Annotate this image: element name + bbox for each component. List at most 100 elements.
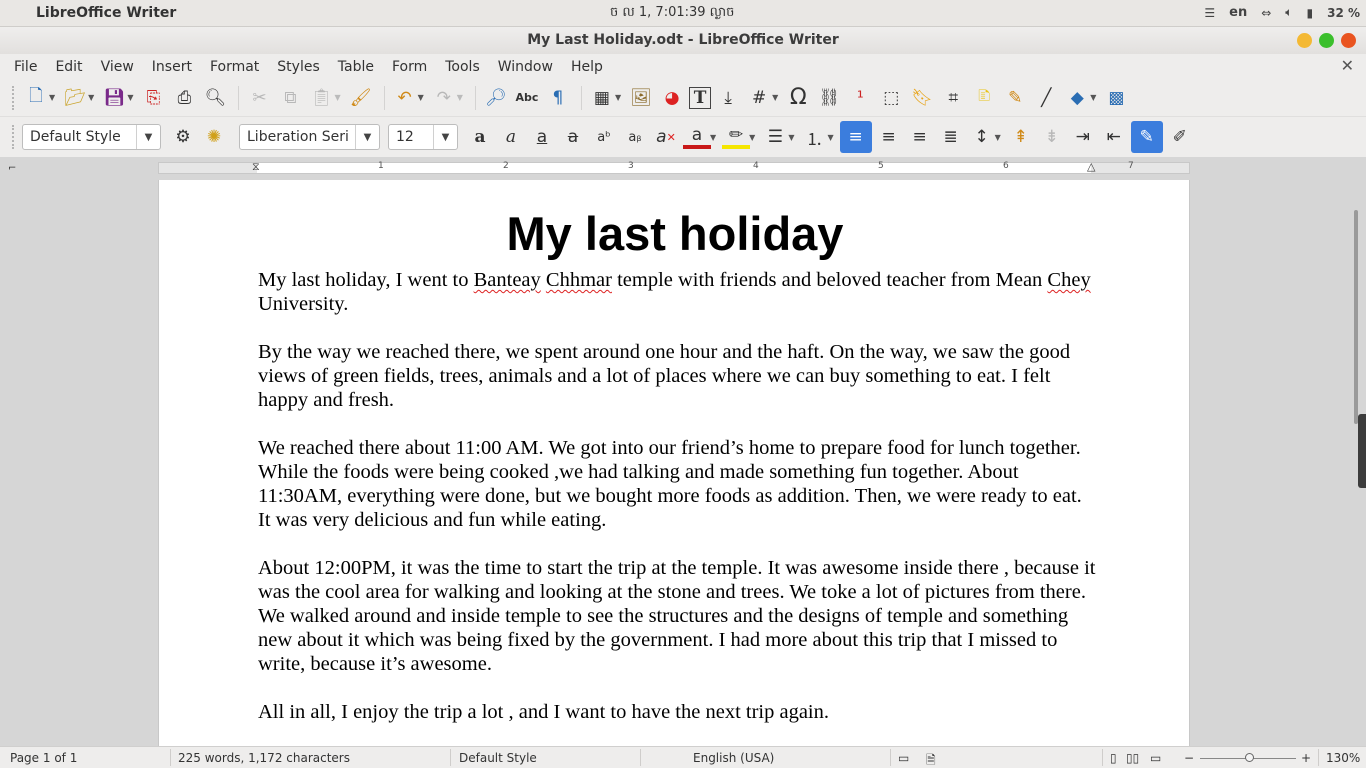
paste-icon[interactable]: 📋︎ xyxy=(307,84,335,112)
clone-formatting-icon[interactable]: 🖌︎ xyxy=(347,84,375,112)
insert-table-icon[interactable]: ▦ xyxy=(588,84,616,112)
align-center-icon[interactable]: ≡ xyxy=(875,123,903,151)
bulleted-list-icon[interactable]: ☰ xyxy=(761,123,789,151)
highlight-color-icon[interactable]: ✏ xyxy=(722,125,751,149)
decrease-paragraph-spacing-icon[interactable]: ⇟ xyxy=(1038,123,1066,151)
new-document-icon[interactable]: 🗋 xyxy=(22,84,50,112)
find-replace-icon[interactable]: 🔎︎ xyxy=(482,84,510,112)
insert-line-icon[interactable]: ╱ xyxy=(1032,84,1060,112)
bold-icon[interactable]: a xyxy=(466,123,494,151)
document-body[interactable]: My last holiday, I went to Banteay Chhma… xyxy=(258,268,1098,748)
insert-text-box-icon[interactable]: T xyxy=(689,86,712,109)
cut-icon[interactable]: ✂ xyxy=(245,84,273,112)
chevron-down-icon[interactable]: ▼ xyxy=(433,125,457,149)
formatting-marks-icon[interactable]: ¶ xyxy=(544,84,572,112)
superscript-icon[interactable]: aᵇ xyxy=(590,123,618,151)
font-size-value[interactable]: 12 xyxy=(389,129,433,145)
battery-percentage[interactable]: 32 % xyxy=(1327,6,1360,20)
chevron-down-icon[interactable]: ▼ xyxy=(355,125,379,149)
insert-cross-reference-icon[interactable]: ⌗ xyxy=(939,84,967,112)
tab-stop-type-icon[interactable]: ⌐ xyxy=(8,163,16,174)
network-icon[interactable]: ⇔ xyxy=(1261,6,1271,20)
document-modified-icon[interactable]: 🗎︎ xyxy=(926,751,936,768)
sidebar-toggle-icon[interactable]: ✎ xyxy=(1130,121,1163,153)
increase-indent-icon[interactable]: ⇥ xyxy=(1069,123,1097,151)
chevron-down-icon[interactable]: ▼ xyxy=(136,125,160,149)
align-right-icon[interactable]: ≡ xyxy=(906,123,934,151)
insert-field-icon[interactable]: # xyxy=(745,84,773,112)
clear-formatting-icon[interactable]: a ✕ xyxy=(652,123,680,151)
basic-shapes-icon[interactable]: ◆ xyxy=(1063,84,1091,112)
notes-icon[interactable]: ☰ xyxy=(1204,6,1215,20)
menu-help[interactable]: Help xyxy=(565,59,609,75)
menu-file[interactable]: File xyxy=(8,59,43,75)
keyboard-layout-indicator[interactable]: en xyxy=(1229,5,1247,20)
undo-icon[interactable]: ↶ xyxy=(391,84,419,112)
single-page-view-icon[interactable]: ▯ xyxy=(1110,751,1117,765)
active-app-name[interactable]: LibreOffice Writer xyxy=(36,5,176,21)
right-indent-marker-icon[interactable]: △ xyxy=(1087,160,1095,173)
menu-table[interactable]: Table xyxy=(332,59,380,75)
insert-mode-icon[interactable]: ▭ xyxy=(898,751,909,765)
close-document-icon[interactable]: ✕ xyxy=(1341,56,1354,75)
track-changes-icon[interactable]: ✎ xyxy=(1001,84,1029,112)
paragraph-style-combo[interactable]: Default Style ▼ xyxy=(22,124,161,150)
misspelled-word[interactable]: Chey xyxy=(1047,269,1090,291)
left-indent-marker-icon[interactable]: ⧖ xyxy=(252,160,260,174)
toolbar-grip[interactable] xyxy=(12,85,16,110)
zoom-in-icon[interactable]: + xyxy=(1301,751,1311,765)
numbered-list-icon[interactable]: ⒈ xyxy=(800,123,828,151)
italic-icon[interactable]: a xyxy=(497,123,525,151)
special-character-icon[interactable]: Ω xyxy=(784,84,812,112)
menu-tools[interactable]: Tools xyxy=(439,59,486,75)
spelling-icon[interactable]: Abc xyxy=(513,84,541,112)
scrollbar-thumb[interactable] xyxy=(1354,210,1358,424)
paragraph[interactable]: All in all, I enjoy the trip a lot , and… xyxy=(258,700,1098,724)
zoom-slider-handle[interactable] xyxy=(1245,753,1254,762)
menu-format[interactable]: Format xyxy=(204,59,265,75)
horizontal-ruler[interactable]: 1 2 3 4 5 6 7 ⧖ △ xyxy=(158,160,1190,174)
language-status[interactable]: English (USA) xyxy=(693,751,774,765)
insert-image-icon[interactable]: 🖼︎ xyxy=(627,84,655,112)
paragraph[interactable]: We reached there about 11:00 AM. We got … xyxy=(258,436,1098,532)
underline-icon[interactable]: a xyxy=(528,123,556,151)
insert-chart-icon[interactable]: ◕ xyxy=(658,84,686,112)
insert-footnote-icon[interactable]: ¹ xyxy=(846,84,874,112)
paragraph[interactable]: My last holiday, I went to Banteay Chhma… xyxy=(258,268,1098,316)
export-pdf-icon[interactable]: ⎘ xyxy=(139,84,167,112)
insert-endnote-icon[interactable]: ⬚ xyxy=(877,84,905,112)
document-page[interactable]: My last holiday My last holiday, I went … xyxy=(158,180,1190,746)
align-left-icon[interactable]: ≡ xyxy=(839,121,872,153)
book-view-icon[interactable]: ▭ xyxy=(1150,751,1161,765)
insert-bookmark-icon[interactable]: 🔖︎ xyxy=(908,84,936,112)
misspelled-word[interactable]: Banteay xyxy=(474,269,541,291)
increase-paragraph-spacing-icon[interactable]: ⇞ xyxy=(1007,123,1035,151)
insert-hyperlink-icon[interactable]: ⛓ xyxy=(815,84,843,112)
print-preview-icon[interactable]: 🔍︎ xyxy=(201,84,229,112)
font-name-combo[interactable]: Liberation Seri ▼ xyxy=(239,124,380,150)
menu-insert[interactable]: Insert xyxy=(146,59,198,75)
redo-icon[interactable]: ↷ xyxy=(430,84,458,112)
page-number-status[interactable]: Page 1 of 1 xyxy=(10,751,77,765)
decrease-indent-icon[interactable]: ⇤ xyxy=(1100,123,1128,151)
toolbar-grip[interactable] xyxy=(12,125,16,149)
line-spacing-icon[interactable]: ↕ xyxy=(968,123,996,151)
save-icon[interactable]: 💾︎ xyxy=(100,84,128,112)
maximize-button[interactable] xyxy=(1319,33,1334,48)
close-window-button[interactable] xyxy=(1341,33,1356,48)
sidebar-expand-handle[interactable] xyxy=(1358,414,1366,488)
page-style-status[interactable]: Default Style xyxy=(459,751,537,765)
insert-comment-icon[interactable]: 🗈 xyxy=(970,84,998,112)
open-folder-icon[interactable]: 📂︎ xyxy=(61,84,89,112)
volume-icon[interactable]: 🔈︎ xyxy=(1285,5,1292,20)
multi-page-view-icon[interactable]: ▯▯ xyxy=(1126,751,1139,765)
misspelled-word[interactable]: Chhmar xyxy=(546,269,612,291)
update-style-icon[interactable]: ⚙ xyxy=(169,123,197,151)
paragraph[interactable]: About 12:00PM, it was the time to start … xyxy=(258,556,1098,676)
zoom-out-icon[interactable]: − xyxy=(1184,751,1194,765)
font-name-value[interactable]: Liberation Seri xyxy=(240,129,355,145)
window-title-bar[interactable]: My Last Holiday.odt - LibreOffice Writer xyxy=(0,27,1366,54)
menu-view[interactable]: View xyxy=(95,59,140,75)
menu-edit[interactable]: Edit xyxy=(49,59,88,75)
copy-icon[interactable]: ⧉ xyxy=(276,84,304,112)
